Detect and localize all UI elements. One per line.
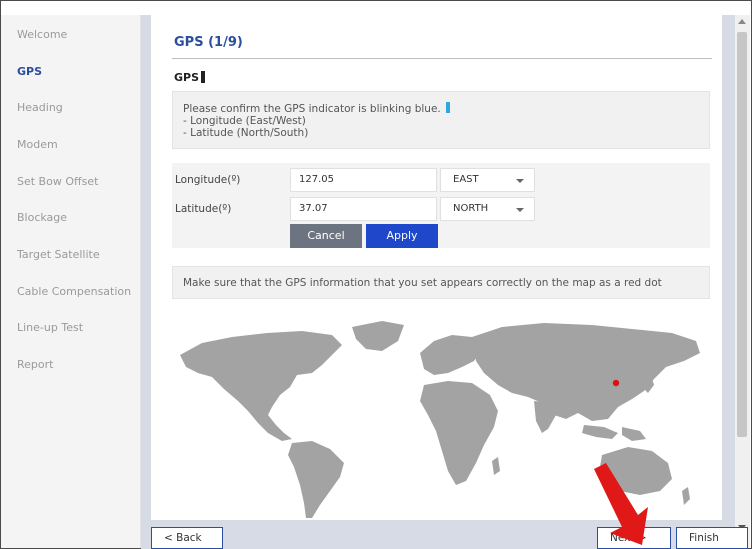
wizard-footer: < Back Next > Finish [151,520,748,549]
content-gutter-left [141,15,151,549]
next-button[interactable]: Next > [597,527,671,549]
info-line-3: - Latitude (North/South) [183,127,309,139]
main-content: GPS (1/9) GPS Please confirm the GPS ind… [151,15,722,520]
world-map-land [180,321,700,518]
apply-button[interactable]: Apply [366,224,438,248]
wizard-sidebar: Welcome GPS Heading Modem Set Bow Offset… [1,15,141,548]
sidebar-item-heading[interactable]: Heading [17,101,63,114]
latitude-direction-value: NORTH [453,203,489,214]
longitude-direction-select[interactable]: EAST [440,168,535,192]
world-map [180,321,700,518]
title-divider [172,58,712,59]
page-title: GPS (1/9) [174,35,243,50]
sidebar-item-set-bow-offset[interactable]: Set Bow Offset [17,175,98,188]
section-label-text: GPS [174,71,200,84]
longitude-direction-value: EAST [453,174,479,185]
scrollbar-thumb[interactable] [737,32,747,437]
content-gutter-right [722,15,735,549]
chevron-down-icon [516,208,524,212]
latitude-direction-select[interactable]: NORTH [440,197,535,221]
info-line-1: Please confirm the GPS indicator is blin… [183,103,441,115]
map-notice: Make sure that the GPS information that … [172,266,710,299]
sidebar-item-modem[interactable]: Modem [17,138,58,151]
sidebar-item-cable-compensation[interactable]: Cable Compensation [17,285,131,298]
gps-location-dot [612,379,620,387]
longitude-label: Longitude(º) [175,174,241,186]
section-label: GPS [174,71,206,84]
sidebar-item-report[interactable]: Report [17,358,53,371]
info-line-2: - Longitude (East/West) [183,115,306,127]
sidebar-item-welcome[interactable]: Welcome [17,28,67,41]
back-button[interactable]: < Back [151,527,223,549]
sidebar-item-gps[interactable]: GPS [17,65,42,78]
finish-button[interactable]: Finish [676,527,748,549]
sidebar-item-target-satellite[interactable]: Target Satellite [17,248,100,261]
section-marker [201,71,206,83]
sidebar-item-blockage[interactable]: Blockage [17,211,67,224]
longitude-input[interactable]: 127.05 [290,168,437,192]
chevron-down-icon [516,179,524,183]
latitude-label: Latitude(º) [175,203,232,215]
sidebar-item-line-up-test[interactable]: Line-up Test [17,321,83,334]
cancel-button[interactable]: Cancel [290,224,362,248]
latitude-input[interactable]: 37.07 [290,197,437,221]
blue-indicator [445,102,450,113]
gps-info-box: Please confirm the GPS indicator is blin… [172,91,710,149]
vertical-scrollbar[interactable] [735,15,750,548]
scroll-up-icon[interactable] [738,19,746,24]
gps-form: Longitude(º) 127.05 EAST Latitude(º) 37.… [172,163,710,248]
